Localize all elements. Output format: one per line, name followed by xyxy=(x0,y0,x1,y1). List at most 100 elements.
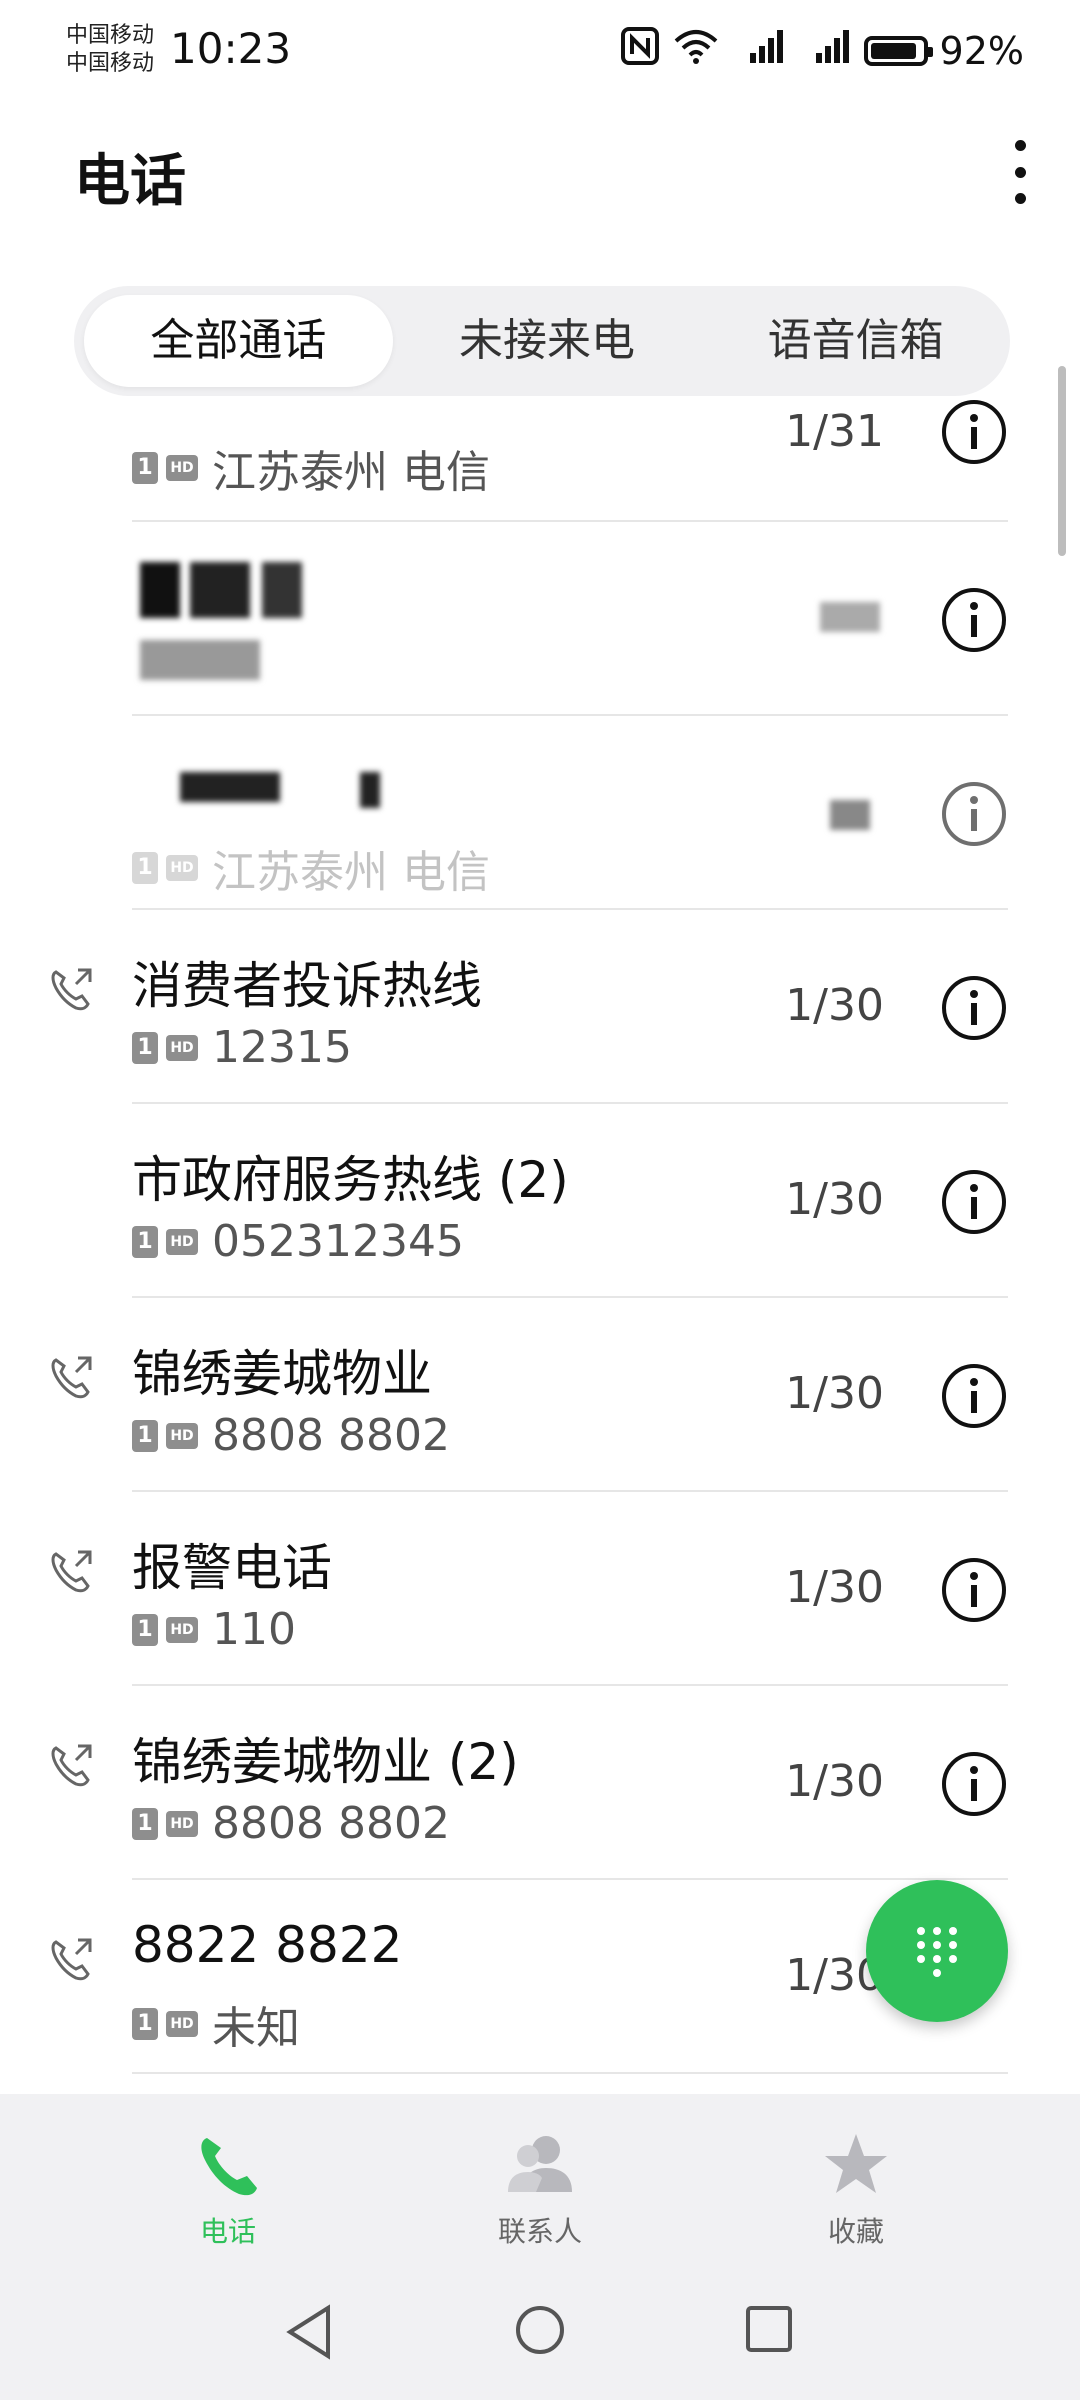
hd-badge: HD xyxy=(166,1422,198,1449)
call-date: 1/30 xyxy=(785,1368,884,1419)
redacted-block xyxy=(830,800,870,830)
star-icon xyxy=(825,2134,887,2193)
more-dot xyxy=(1014,166,1026,178)
nav-label: 收藏 xyxy=(827,2215,884,2248)
sim-badge: 1 xyxy=(132,1225,158,1258)
carrier-info: 中国移动 中国移动 xyxy=(66,22,154,78)
call-name: 报警电话 xyxy=(132,1539,332,1597)
sim-badge: 1 xyxy=(132,1807,158,1840)
nav-label: 电话 xyxy=(199,2215,256,2248)
more-dot xyxy=(1014,140,1026,151)
call-sub: 1 HD 8808 8802 xyxy=(132,1410,450,1461)
call-name: 锦绣姜城物业 (2) xyxy=(132,1733,519,1791)
call-row[interactable]: 1 HD 江苏泰州 电信 xyxy=(0,716,1080,910)
call-sub: 1 HD 江苏泰州 电信 xyxy=(132,836,490,900)
outgoing-call-icon xyxy=(51,1550,92,1593)
redacted-block xyxy=(140,562,180,618)
redacted-block xyxy=(820,602,880,632)
info-icon[interactable] xyxy=(940,1556,1008,1624)
call-sub: 1 HD 未知 xyxy=(132,1992,300,2056)
hd-badge: HD xyxy=(166,1228,198,1255)
sim-badge: 1 xyxy=(132,1031,158,1064)
info-icon[interactable] xyxy=(940,398,1008,466)
contacts-icon xyxy=(508,2136,572,2192)
info-icon[interactable] xyxy=(940,586,1008,654)
redacted-block xyxy=(190,562,250,618)
home-icon[interactable] xyxy=(514,2304,566,2356)
call-date: 1/30 xyxy=(785,1562,884,1613)
call-row[interactable]: 锦绣姜城物业 (2) 1 HD 8808 8802 1/30 xyxy=(0,1686,1080,1880)
info-icon[interactable] xyxy=(940,1168,1008,1236)
call-sub: 1 HD 江苏泰州 电信 xyxy=(132,436,490,500)
page-title: 电话 xyxy=(74,149,186,214)
call-sub: 1 HD 8808 8802 xyxy=(132,1798,450,1849)
hd-badge: HD xyxy=(166,1616,198,1643)
call-sub: 1 HD 12315 xyxy=(132,1022,352,1073)
call-number: 8808 8802 xyxy=(212,1798,450,1849)
battery-icon xyxy=(863,35,933,66)
outgoing-call-icon xyxy=(51,1356,92,1399)
call-row[interactable]: 市政府服务热线 (2) 1 HD 052312345 1/30 xyxy=(0,1104,1080,1298)
outgoing-call-icon xyxy=(51,1938,92,1981)
call-date: 1/30 xyxy=(785,980,884,1031)
call-date: 1/31 xyxy=(785,406,884,457)
info-icon[interactable] xyxy=(940,1362,1008,1430)
dialpad-icon xyxy=(917,1927,957,1977)
call-date: 1/30 xyxy=(785,1174,884,1225)
nav-contacts[interactable]: 联系人 xyxy=(440,2130,640,2250)
call-sub: 1 HD 052312345 xyxy=(132,1216,464,1267)
status-time: 10:23 xyxy=(170,24,292,73)
hd-badge: HD xyxy=(166,455,198,481)
status-icons: 92% xyxy=(620,26,1024,75)
battery-percent: 92% xyxy=(939,28,1024,73)
nfc-icon xyxy=(620,26,660,75)
signal-5g-icon xyxy=(732,27,786,74)
call-date: 1/30 xyxy=(785,1756,884,1807)
dialpad-button[interactable] xyxy=(866,1880,1008,2022)
call-name: 消费者投诉热线 xyxy=(132,957,482,1015)
signal-4g-icon xyxy=(798,27,852,74)
carrier-2: 中国移动 xyxy=(66,51,155,76)
call-row[interactable]: 消费者投诉热线 1 HD 12315 1/30 xyxy=(0,910,1080,1104)
back-icon[interactable] xyxy=(284,2304,334,2360)
call-number: 8808 8802 xyxy=(212,1410,450,1461)
sim-badge: 1 xyxy=(132,1419,158,1452)
info-icon[interactable] xyxy=(940,780,1008,848)
info-icon[interactable] xyxy=(940,974,1008,1042)
call-location: 江苏泰州 电信 xyxy=(212,847,490,898)
redacted-block xyxy=(180,772,280,802)
call-location: 未知 xyxy=(212,2003,300,2054)
call-sub: 1 HD 110 xyxy=(132,1604,296,1655)
redacted-block xyxy=(140,640,260,680)
wifi-icon xyxy=(672,27,720,74)
recent-apps-icon[interactable] xyxy=(744,2304,794,2354)
call-location: 江苏泰州 电信 xyxy=(212,447,490,498)
call-name: 市政府服务热线 (2) xyxy=(132,1151,569,1209)
hd-badge: HD xyxy=(166,1034,198,1061)
sim-badge: 1 xyxy=(132,852,158,884)
outgoing-call-icon xyxy=(51,968,92,1011)
more-dot xyxy=(1014,193,1026,204)
call-row[interactable]: 报警电话 1 HD 110 1/30 xyxy=(0,1492,1080,1686)
sim-badge: 1 xyxy=(132,2008,158,2040)
call-row[interactable]: 锦绣姜城物业 1 HD 8808 8802 1/30 xyxy=(0,1298,1080,1492)
hd-badge: HD xyxy=(166,1810,198,1837)
phone-icon xyxy=(201,2138,257,2196)
carrier-1: 中国移动 xyxy=(66,23,155,48)
hd-badge: HD xyxy=(166,855,198,881)
nav-phone[interactable]: 电话 xyxy=(128,2130,328,2250)
call-number: 110 xyxy=(212,1604,296,1655)
nav-favorites[interactable]: 收藏 xyxy=(756,2130,956,2250)
call-name: 8822 8822 xyxy=(132,1916,403,1974)
call-row[interactable]: 1 HD 江苏泰州 电信 1/31 xyxy=(0,326,1080,522)
redacted-block xyxy=(262,562,302,618)
sim-badge: 1 xyxy=(132,1613,158,1646)
call-number: 12315 xyxy=(212,1022,352,1073)
bottom-nav: 电话 联系人 收藏 xyxy=(0,2094,1080,2400)
outgoing-call-icon xyxy=(51,1744,92,1787)
call-row[interactable] xyxy=(0,522,1080,716)
call-number: 052312345 xyxy=(212,1216,464,1267)
info-icon[interactable] xyxy=(940,1750,1008,1818)
sim-badge: 1 xyxy=(132,452,158,484)
more-options-button[interactable] xyxy=(1000,140,1040,204)
